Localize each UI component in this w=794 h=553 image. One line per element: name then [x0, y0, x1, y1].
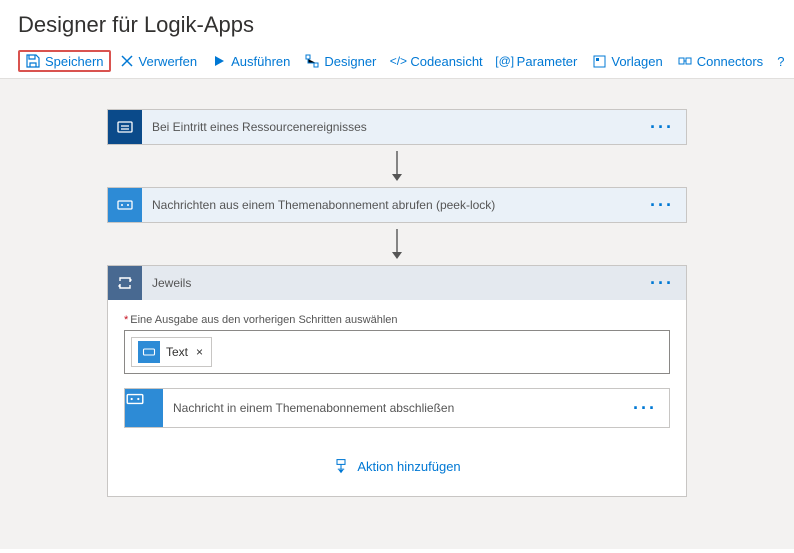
- designer-canvas: Bei Eintritt eines Ressourcenereignisses…: [0, 79, 794, 549]
- trigger-more-icon[interactable]: ···: [638, 117, 686, 138]
- foreach-title: Jeweils: [142, 276, 638, 290]
- connectors-button[interactable]: Connectors: [671, 51, 769, 71]
- help-qmark-button[interactable]: ?: [771, 52, 790, 71]
- templates-button[interactable]: Vorlagen: [585, 51, 668, 71]
- run-label: Ausführen: [231, 54, 290, 69]
- codeview-label: Codeansicht: [410, 54, 482, 69]
- complete-message-title: Nachricht in einem Themenabonnement absc…: [163, 401, 621, 415]
- arrow-icon: [389, 151, 405, 181]
- code-icon: </>: [390, 53, 406, 69]
- getmessages-title: Nachrichten aus einem Themenabonnement a…: [142, 198, 638, 212]
- add-step-icon: [333, 458, 349, 474]
- save-icon: [25, 53, 41, 69]
- designer-label: Designer: [324, 54, 376, 69]
- trigger-title: Bei Eintritt eines Ressourcenereignisses: [142, 120, 638, 134]
- complete-message-node[interactable]: Nachricht in einem Themenabonnement absc…: [124, 388, 670, 428]
- foreach-body: *Eine Ausgabe aus den vorherigen Schritt…: [108, 300, 686, 496]
- loop-icon: [108, 266, 142, 300]
- foreach-node: Jeweils ··· *Eine Ausgabe aus den vorher…: [107, 265, 687, 497]
- servicebus-icon: [125, 389, 163, 427]
- codeview-button[interactable]: </> Codeansicht: [384, 51, 488, 71]
- save-button[interactable]: Speichern: [18, 50, 111, 72]
- designer-icon: [304, 53, 320, 69]
- getmessages-node[interactable]: Nachrichten aus einem Themenabonnement a…: [107, 187, 687, 223]
- getmessages-more-icon[interactable]: ···: [638, 195, 686, 216]
- trigger-node[interactable]: Bei Eintritt eines Ressourcenereignisses…: [107, 109, 687, 145]
- servicebus-icon: [108, 188, 142, 222]
- play-icon: [211, 53, 227, 69]
- add-action-button[interactable]: Aktion hinzufügen: [124, 454, 670, 478]
- field-label: *Eine Ausgabe aus den vorherigen Schritt…: [124, 314, 670, 326]
- connectors-label: Connectors: [697, 54, 763, 69]
- templates-label: Vorlagen: [611, 54, 662, 69]
- foreach-more-icon[interactable]: ···: [638, 273, 686, 294]
- qmark-label: ?: [777, 54, 784, 69]
- parameters-button[interactable]: [@] Parameter: [491, 51, 584, 71]
- token-remove-icon[interactable]: ×: [194, 345, 205, 359]
- eventgrid-icon: [108, 110, 142, 144]
- complete-message-more-icon[interactable]: ···: [621, 398, 669, 419]
- toolbar: Speichern Verwerfen Ausführen Designer <…: [0, 46, 794, 79]
- discard-label: Verwerfen: [139, 54, 198, 69]
- foreach-header[interactable]: Jeweils ···: [108, 266, 686, 300]
- run-button[interactable]: Ausführen: [205, 51, 296, 71]
- discard-button[interactable]: Verwerfen: [113, 51, 204, 71]
- connectors-icon: [677, 53, 693, 69]
- servicebus-icon: [138, 341, 160, 363]
- page-title: Designer für Logik-Apps: [0, 0, 794, 46]
- templates-icon: [591, 53, 607, 69]
- designer-button[interactable]: Designer: [298, 51, 382, 71]
- x-icon: [119, 53, 135, 69]
- add-action-label: Aktion hinzufügen: [357, 459, 460, 474]
- arrow-icon: [389, 229, 405, 259]
- parameters-icon: [@]: [497, 53, 513, 69]
- save-label: Speichern: [45, 54, 104, 69]
- token-label: Text: [166, 345, 188, 359]
- parameters-label: Parameter: [517, 54, 578, 69]
- field-label-text: Eine Ausgabe aus den vorherigen Schritte…: [130, 314, 397, 326]
- token-text[interactable]: Text ×: [131, 337, 212, 367]
- required-marker: *: [124, 314, 128, 326]
- loop-input-field[interactable]: Text ×: [124, 330, 670, 374]
